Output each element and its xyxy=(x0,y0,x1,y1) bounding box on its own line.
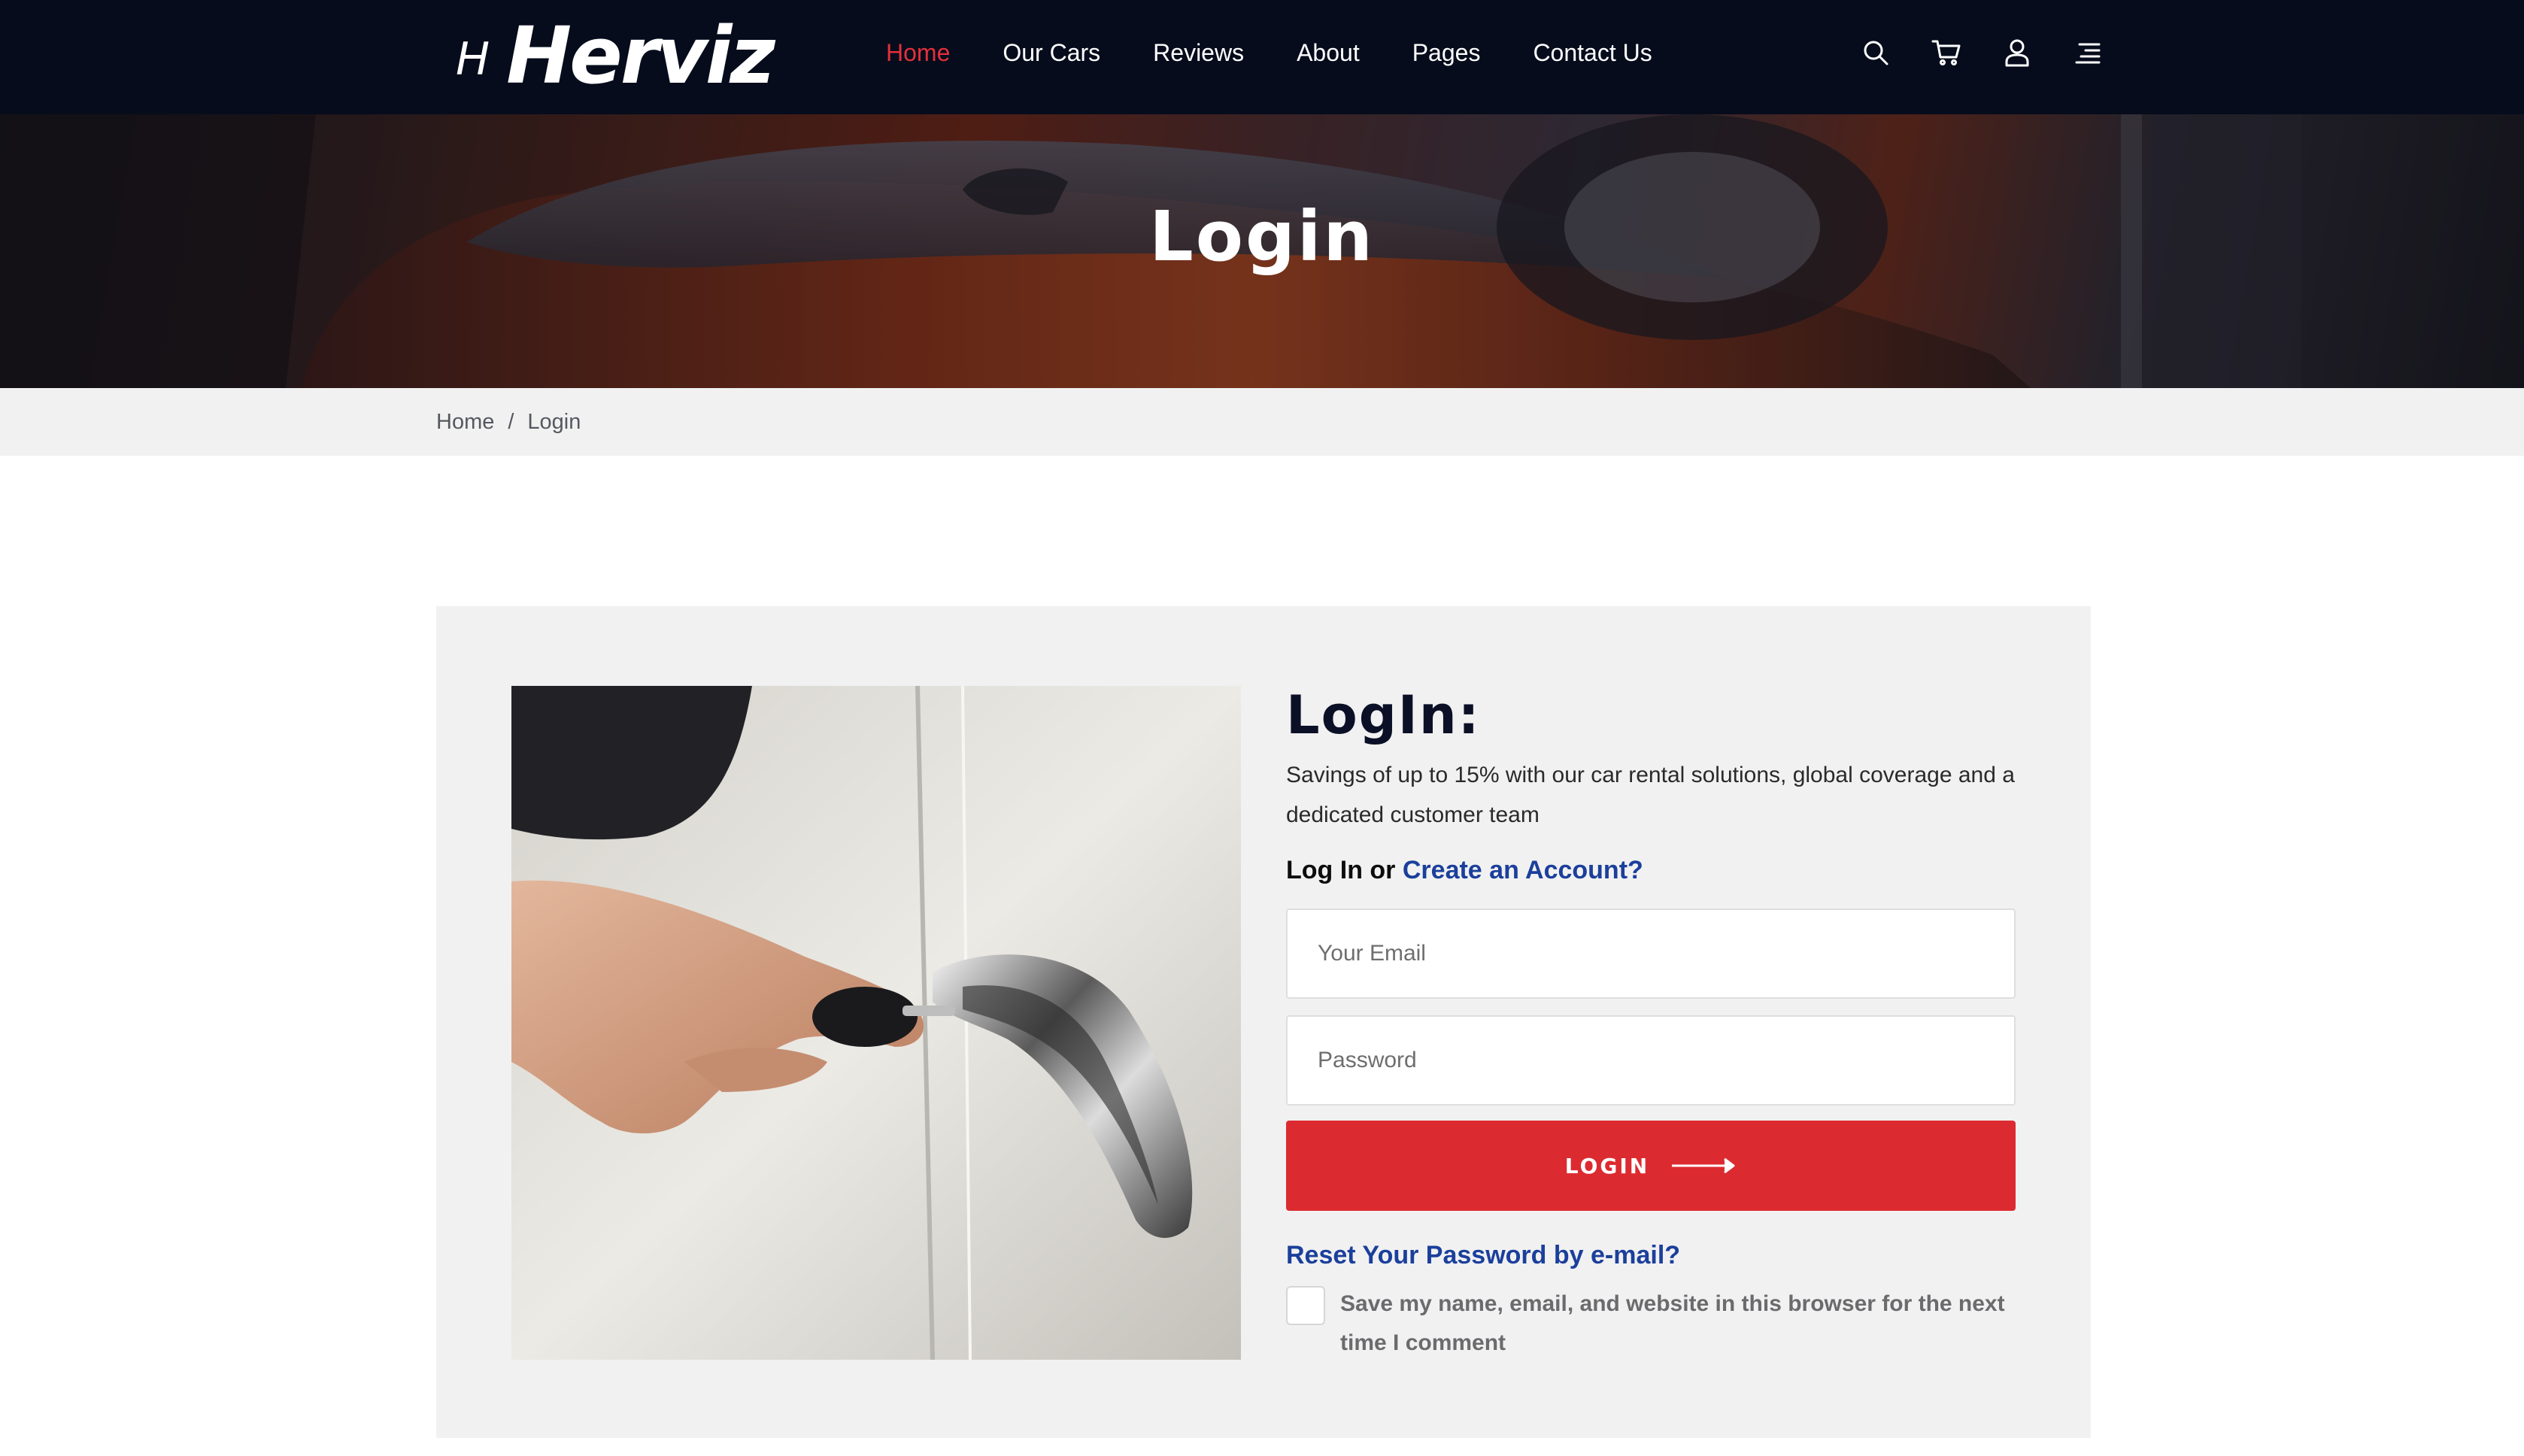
logo-wordmark: Herviz xyxy=(506,10,775,102)
arrow-right-icon xyxy=(1672,1157,1735,1174)
brand-logo[interactable]: H Herviz xyxy=(456,10,775,102)
nav-item-about[interactable]: About xyxy=(1297,39,1360,67)
logo-mark: H xyxy=(456,33,490,86)
nav-item-reviews[interactable]: Reviews xyxy=(1153,39,1244,67)
breadcrumb-home-link[interactable]: Home xyxy=(436,410,494,435)
breadcrumb-separator: / xyxy=(508,409,514,434)
login-heading: LogIn: xyxy=(1286,684,1481,746)
menu-icon[interactable] xyxy=(2067,32,2109,74)
page-title: Login xyxy=(1149,196,1375,277)
nav-item-contact-us[interactable]: Contact Us xyxy=(1533,39,1652,67)
nav-item-our-cars[interactable]: Our Cars xyxy=(1003,39,1100,67)
login-form: LogIn: Savings of up to 15% with our car… xyxy=(1286,681,2016,1363)
login-description: Savings of up to 15% with our car rental… xyxy=(1286,763,2015,827)
search-icon[interactable] xyxy=(1855,32,1897,74)
login-button-label: LOGIN xyxy=(1564,1153,1650,1178)
user-icon[interactable] xyxy=(1996,32,2038,74)
remember-me-checkbox[interactable] xyxy=(1286,1286,1325,1325)
car-key-photo xyxy=(511,686,1241,1360)
remember-me-row: Save my name, email, and website in this… xyxy=(1286,1285,2016,1363)
breadcrumb-bar: Home / Login xyxy=(0,388,2524,456)
nav-item-pages[interactable]: Pages xyxy=(1412,39,1481,67)
login-card: LogIn: Savings of up to 15% with our car… xyxy=(436,606,2091,1438)
email-field[interactable] xyxy=(1286,908,2016,999)
reset-password-link[interactable]: Reset Your Password by e-mail? xyxy=(1286,1236,2016,1274)
create-account-link[interactable]: Create an Account? xyxy=(1403,856,1643,884)
login-cta: Log In or Create an Account? xyxy=(1286,851,2016,889)
site-header: H Herviz Home Our Cars Reviews About Pag… xyxy=(0,0,2524,114)
header-actions xyxy=(1855,30,2109,75)
cart-icon[interactable] xyxy=(1925,32,1967,74)
page-hero: Login xyxy=(0,114,2524,388)
breadcrumb: Home / Login xyxy=(436,388,581,456)
breadcrumb-current: Login xyxy=(527,409,581,434)
login-button[interactable]: LOGIN xyxy=(1286,1121,2016,1211)
main-nav: Home Our Cars Reviews About Pages Contac… xyxy=(886,0,1705,105)
login-cta-prefix: Log In or xyxy=(1286,856,1396,884)
nav-item-home[interactable]: Home xyxy=(886,39,950,67)
password-field[interactable] xyxy=(1286,1015,2016,1106)
remember-me-label: Save my name, email, and website in this… xyxy=(1340,1291,2005,1355)
